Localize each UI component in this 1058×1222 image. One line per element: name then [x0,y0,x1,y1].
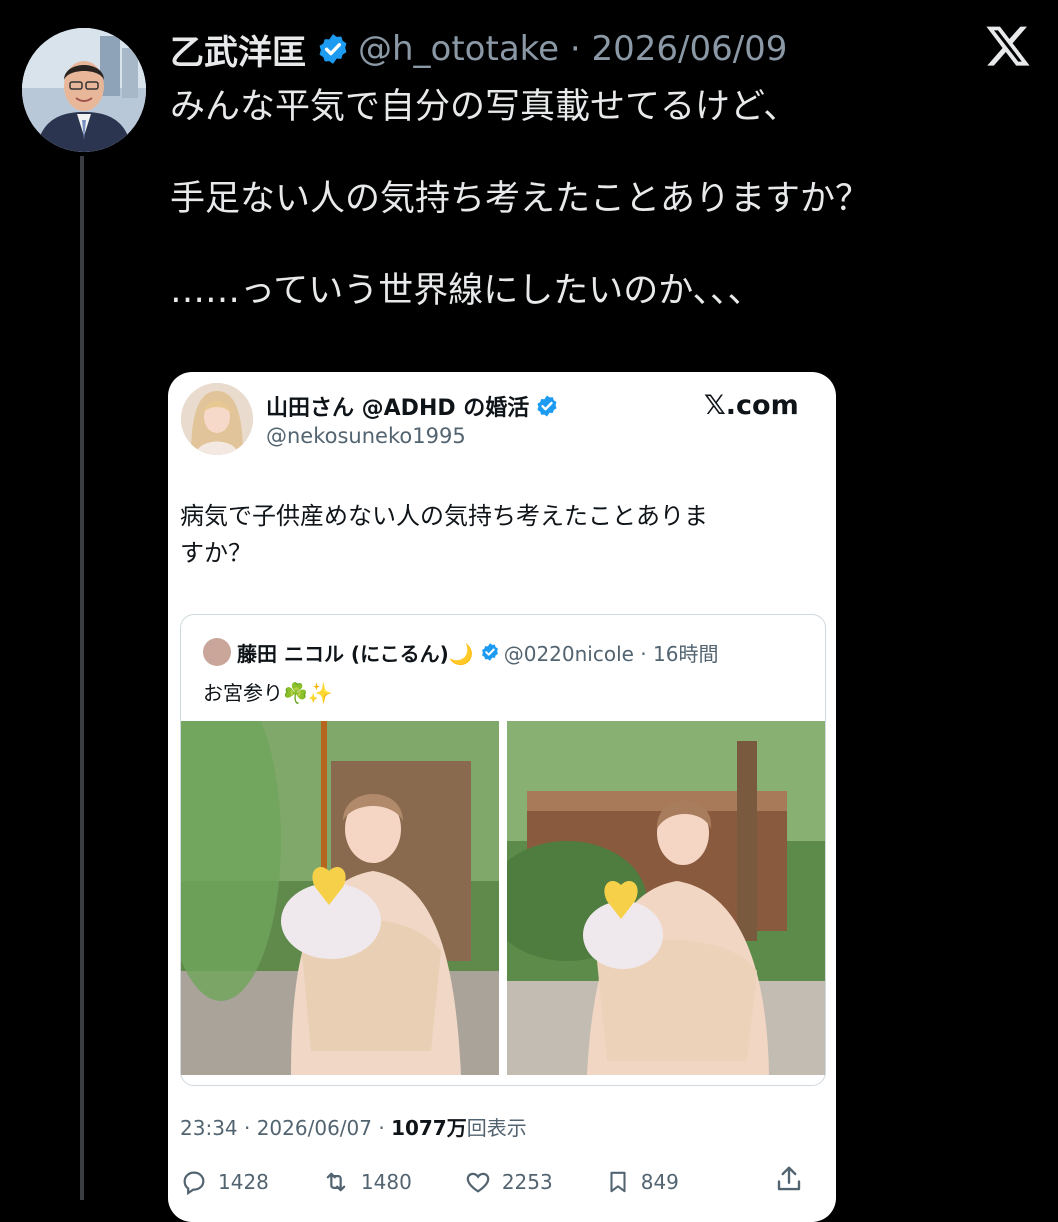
quoted-post-text: お宮参り☘️✨ [203,681,333,705]
author-avatar[interactable] [22,28,146,152]
bookmark-icon [610,1171,626,1193]
quoted-post: 藤田 ニコル (にこるん)🌙 @0220nicole · 16時間 お宮参り☘️… [180,614,826,1086]
repost-count: 1480 [360,1170,412,1194]
view-label: 回表示 [466,1116,527,1140]
like-count: 2253 [501,1170,553,1194]
quoted-author-name: 藤田 ニコル (にこるん)🌙 [237,641,474,666]
post-text-line: ……っていう世界線にしたいのか、、、 [170,271,763,311]
embedded-author-name-text: 山田さん @ADHD の婚活 [266,396,530,421]
reply-count: 1428 [218,1170,269,1194]
bookmark-count: 849 [640,1170,679,1194]
embedded-author-name: 山田さん @ADHD の婚活 [266,390,559,422]
post-text: みんな平気で自分の写真載せてるけど、 手足ない人の気持ち考えたことありますか？ … [170,84,1030,314]
author-handle-date[interactable]: @h_ototake · 2026/06/09 [358,29,787,69]
post-header: 乙武洋匡 @h_ototake · 2026/06/09 [170,22,787,76]
heart-icon [466,1172,490,1193]
like-button: 2253 [464,1168,553,1196]
embedded-text-line: すか？ [180,539,252,567]
embedded-post-text: 病気で子供産めない人の気持ち考えたことありま すか？ [180,498,780,572]
view-count: 1077万 [391,1116,467,1140]
post-text-line: 手足ない人の気持ち考えたことありますか？ [170,179,871,219]
embedded-post-meta: 23:34 · 2026/06/07 · 1077万回表示 [180,1112,527,1141]
reply-icon [183,1171,205,1196]
post-text-line: みんな平気で自分の写真載せてるけど、 [170,87,799,127]
quoted-photo-left [181,721,499,1075]
repost-icon [326,1172,346,1192]
post-timestamp: 23:34 · 2026/06/07 · [180,1116,392,1140]
bookmark-button: 849 [605,1168,679,1196]
share-icon [777,1166,801,1191]
embedded-author-avatar [181,383,253,455]
quoted-post-header: 藤田 ニコル (にこるん)🌙 @0220nicole · 16時間 [203,637,718,667]
embedded-author-handle: @nekosuneko1995 [266,424,466,448]
author-name[interactable]: 乙武洋匡 [170,25,306,74]
repost-button: 1480 [321,1168,412,1196]
quoted-photo-right [507,721,825,1075]
quoted-author-avatar [203,638,231,666]
verified-badge-icon [319,34,347,64]
quoted-author-handle-time: @0220nicole · 16時間 [503,641,719,666]
site-label: 𝕏.com [704,390,799,421]
verified-badge-icon [537,395,557,417]
embedded-action-bar: 1428 1480 2253 849 [180,1162,812,1202]
embedded-text-line: 病気で子供産めない人の気持ち考えたことありま [180,502,708,530]
embedded-post-image[interactable]: 山田さん @ADHD の婚活 @nekosuneko1995 𝕏.com 病気で… [168,372,836,1222]
verified-badge-icon [481,643,498,661]
thread-line [80,156,84,1200]
x-logo-icon[interactable] [984,22,1032,70]
reply-button: 1428 [180,1168,269,1196]
